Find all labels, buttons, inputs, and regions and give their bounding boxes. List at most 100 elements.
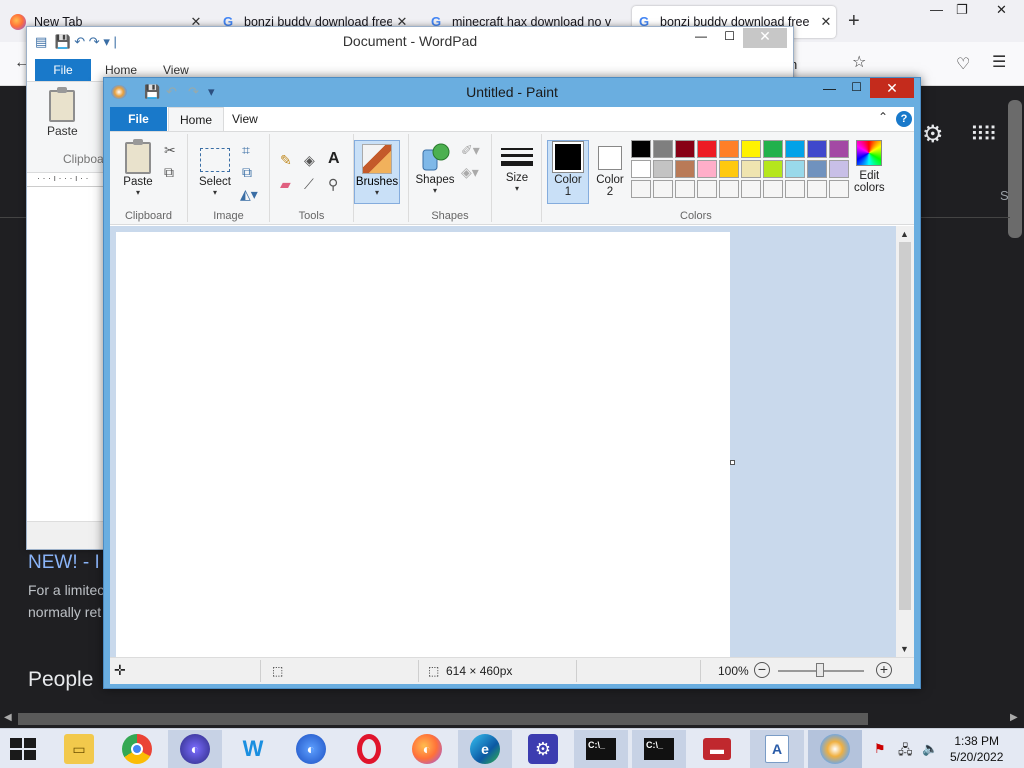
maximize-icon[interactable]: ☐ <box>851 80 862 94</box>
color-swatch[interactable] <box>653 140 673 158</box>
magnifier-icon[interactable]: ⚲ <box>328 176 338 193</box>
wordpad-icon[interactable]: A <box>750 730 804 768</box>
color-swatch[interactable] <box>697 160 717 178</box>
color-swatch[interactable] <box>697 140 717 158</box>
drawing-canvas[interactable] <box>116 232 730 657</box>
page-scrollbar[interactable] <box>1008 100 1022 238</box>
close-icon[interactable]: ✕ <box>816 14 836 30</box>
color-swatch[interactable] <box>741 160 761 178</box>
zoom-in-icon[interactable]: + <box>876 662 892 678</box>
rotate-icon[interactable]: ◭▾ <box>240 186 258 203</box>
color-picker-icon[interactable]: ⟋ <box>304 176 314 193</box>
cmd-icon[interactable]: C:\_ <box>574 730 628 768</box>
outline-icon[interactable]: ✐▾ <box>461 142 480 159</box>
wunderlist-icon[interactable]: W <box>226 730 280 768</box>
fill-bucket-icon[interactable]: ◈ <box>304 152 315 169</box>
color-swatch[interactable] <box>675 140 695 158</box>
flag-icon[interactable]: ⚑ <box>874 741 886 757</box>
tab-view[interactable]: View <box>232 112 258 126</box>
color-swatch[interactable] <box>763 140 783 158</box>
toolbox-icon[interactable]: ▬ <box>690 730 744 768</box>
color2-button[interactable]: Color 2 <box>592 142 628 198</box>
text-icon[interactable]: A <box>328 150 340 168</box>
zoom-slider-thumb[interactable] <box>816 663 824 677</box>
paste-button[interactable]: Paste ▾ <box>118 139 158 197</box>
edit-colors-button[interactable]: Edit colors <box>854 140 885 194</box>
tab-home[interactable]: Home <box>105 63 137 77</box>
close-icon[interactable]: ✕ <box>996 2 1007 18</box>
color-swatch[interactable] <box>829 180 849 198</box>
color-swatch[interactable] <box>807 180 827 198</box>
scrollbar-thumb[interactable] <box>899 242 911 610</box>
color-swatch[interactable] <box>719 140 739 158</box>
color-swatch[interactable] <box>741 180 761 198</box>
color-swatch[interactable] <box>741 140 761 158</box>
resize-icon[interactable]: ⧉ <box>242 164 252 181</box>
bookmark-star-icon[interactable]: ☆ <box>852 52 866 72</box>
color-swatch[interactable] <box>807 160 827 178</box>
start-button[interactable] <box>10 738 36 760</box>
brushes-button[interactable]: Brushes ▾ <box>354 140 400 204</box>
clock[interactable]: 1:38 PM 5/20/2022 <box>950 733 1003 765</box>
color-swatch[interactable] <box>675 180 695 198</box>
crop-icon[interactable]: ⌗ <box>242 142 250 159</box>
pencil-icon[interactable]: ✎ <box>280 152 292 169</box>
scrollbar-thumb[interactable] <box>18 713 868 725</box>
horizontal-scrollbar[interactable]: ◀ ▶ <box>0 710 1024 728</box>
color-swatch[interactable] <box>829 160 849 178</box>
paint-icon[interactable] <box>808 730 862 768</box>
color-swatch[interactable] <box>719 180 739 198</box>
size-button[interactable]: Size ▾ <box>498 144 536 193</box>
fill-icon[interactable]: ◈▾ <box>461 164 479 181</box>
color-swatch[interactable] <box>697 180 717 198</box>
copy-icon[interactable]: ⧉ <box>164 164 174 181</box>
restore-icon[interactable]: ❐ <box>956 2 968 18</box>
edge-icon[interactable]: e <box>458 730 512 768</box>
vertical-scrollbar[interactable]: ▲ ▼ <box>896 226 914 657</box>
eraser-icon[interactable]: ▰ <box>280 176 291 193</box>
close-button[interactable]: ✕ <box>743 28 787 48</box>
maximize-icon[interactable]: ☐ <box>724 29 735 43</box>
zoom-out-icon[interactable]: − <box>754 662 770 678</box>
paint-titlebar[interactable]: 💾 ↶ ↷ ▾ Untitled - Paint — ☐ ✕ <box>104 78 920 106</box>
color-swatch[interactable] <box>829 140 849 158</box>
firefox-nightly-icon[interactable]: ◐ <box>168 730 222 768</box>
chrome-icon[interactable] <box>110 730 164 768</box>
tab-home[interactable]: Home <box>168 107 224 132</box>
color-swatch[interactable] <box>763 160 783 178</box>
color-swatch[interactable] <box>763 180 783 198</box>
new-tab-button[interactable]: + <box>848 10 860 33</box>
color-swatch[interactable] <box>785 140 805 158</box>
wordpad-titlebar[interactable]: ▤ 💾 ↶ ↷ ▾ | Document - WordPad — ☐ ✕ <box>27 27 793 57</box>
tab-file[interactable]: File <box>35 59 91 81</box>
color-swatch[interactable] <box>675 160 695 178</box>
color-swatch[interactable] <box>807 140 827 158</box>
scroll-right-icon[interactable]: ▶ <box>1010 712 1018 723</box>
shapes-button[interactable]: Shapes ▾ <box>415 142 455 195</box>
gear-icon[interactable]: ⚙ <box>922 120 944 149</box>
settings-icon[interactable]: ⚙ <box>516 730 570 768</box>
color-swatch[interactable] <box>653 160 673 178</box>
scroll-left-icon[interactable]: ◀ <box>4 712 12 723</box>
color-swatch[interactable] <box>785 180 805 198</box>
volume-icon[interactable]: 🔈 <box>922 741 938 757</box>
network-icon[interactable]: 🖧 <box>898 741 913 763</box>
file-explorer-icon[interactable]: ▭ <box>52 730 106 768</box>
minimize-icon[interactable]: — <box>695 29 707 43</box>
color-swatch[interactable] <box>653 180 673 198</box>
scroll-up-icon[interactable]: ▲ <box>900 229 909 239</box>
color-swatch[interactable] <box>631 160 651 178</box>
menu-icon[interactable]: ☰ <box>992 52 1006 72</box>
tab-view[interactable]: View <box>163 63 189 77</box>
select-button[interactable]: Select ▾ <box>196 148 234 197</box>
minimize-icon[interactable]: — <box>930 2 943 17</box>
page-headline[interactable]: NEW! - I <box>28 552 100 574</box>
cut-icon[interactable]: ✂ <box>164 142 176 159</box>
apps-grid-icon[interactable]: ⠿⠿ <box>970 122 997 147</box>
scroll-down-icon[interactable]: ▼ <box>900 644 909 654</box>
color-swatch[interactable] <box>719 160 739 178</box>
pocket-icon[interactable]: ♡ <box>956 54 970 74</box>
paste-button[interactable]: Paste <box>47 87 78 138</box>
help-icon[interactable]: ? <box>896 111 912 127</box>
collapse-ribbon-icon[interactable]: ⌃ <box>878 110 888 124</box>
